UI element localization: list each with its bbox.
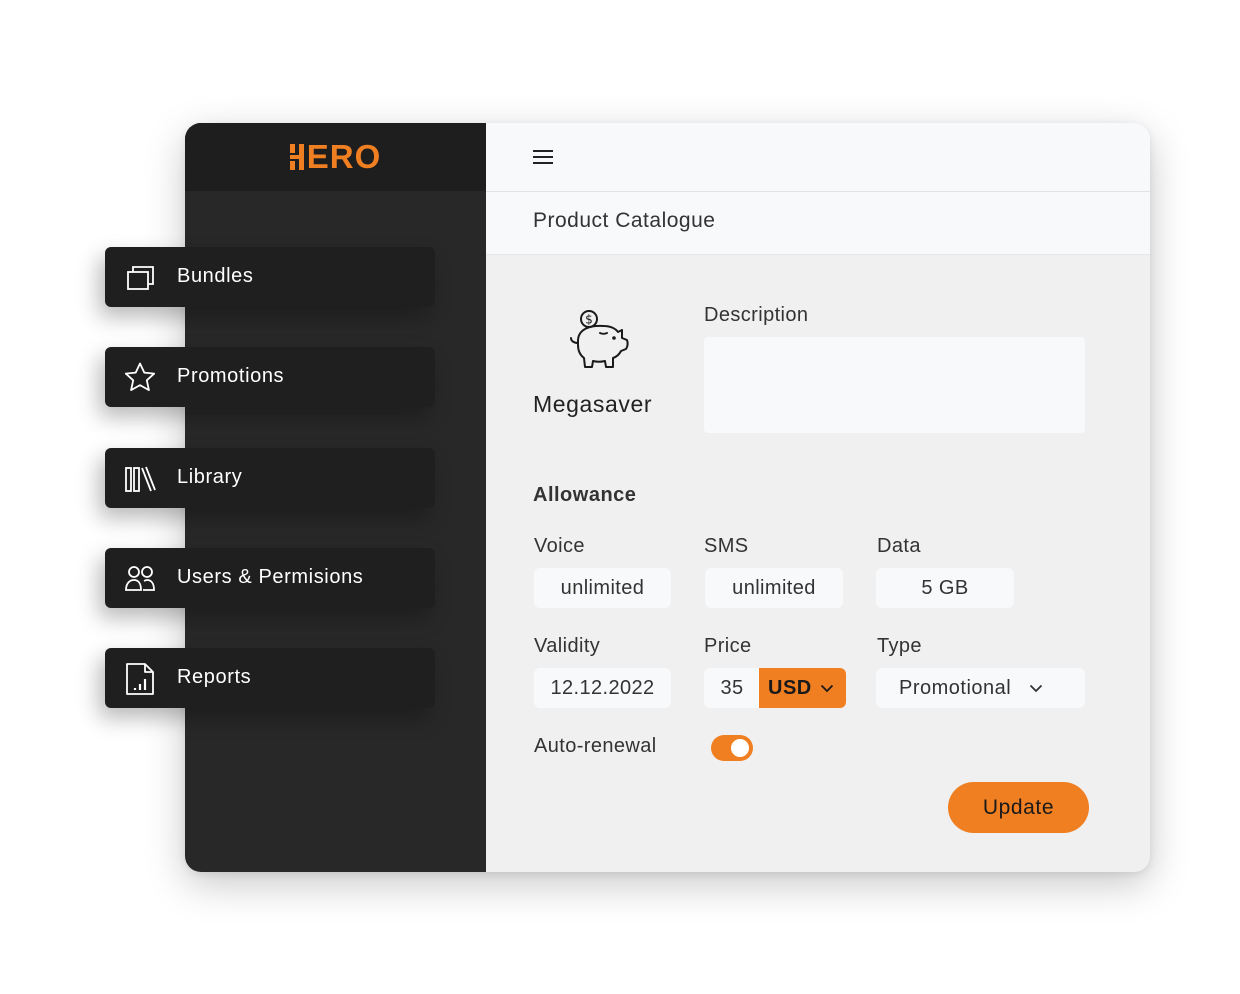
library-icon	[123, 462, 157, 496]
svg-text:$: $	[585, 313, 593, 327]
currency-value: USD	[768, 676, 812, 699]
voice-field[interactable]: unlimited	[534, 568, 671, 608]
nav-item-users-permissions[interactable]: Users & Permisions	[105, 548, 435, 608]
star-icon	[123, 361, 157, 395]
reports-icon	[123, 662, 157, 696]
users-icon	[123, 562, 157, 596]
validity-label: Validity	[534, 635, 601, 657]
nav-label-promotions: Promotions	[177, 365, 285, 387]
sms-field[interactable]: unlimited	[705, 568, 843, 608]
breadcrumb-bar: Product Catalogue	[486, 192, 1150, 255]
nav-item-promotions[interactable]: Promotions	[105, 347, 435, 407]
brand-header: ERO	[185, 123, 486, 191]
sms-label: SMS	[704, 535, 749, 557]
type-value: Promotional	[899, 676, 1012, 699]
currency-select[interactable]: USD	[759, 668, 846, 708]
nav-item-library[interactable]: Library	[105, 448, 435, 508]
nav-label-library: Library	[177, 466, 243, 488]
piggy-bank-icon: $	[564, 307, 634, 371]
logo-mark-icon	[289, 144, 304, 170]
type-label: Type	[877, 635, 922, 657]
nav-label-reports: Reports	[177, 666, 252, 688]
nav-label-users-permissions: Users & Permisions	[177, 566, 364, 588]
auto-renewal-label: Auto-renewal	[534, 735, 657, 757]
allowance-title: Allowance	[533, 484, 637, 506]
chevron-down-icon	[1030, 684, 1043, 692]
data-label: Data	[877, 535, 921, 557]
bundles-icon	[123, 261, 157, 295]
toggle-knob	[731, 739, 749, 757]
logo-text: ERO	[306, 138, 382, 175]
page-title: Product Catalogue	[533, 209, 716, 232]
price-field[interactable]: 35	[704, 668, 760, 708]
data-field[interactable]: 5 GB	[876, 568, 1014, 608]
product-name: Megasaver	[533, 391, 653, 417]
update-button[interactable]: Update	[948, 782, 1089, 833]
hero-logo[interactable]: ERO	[289, 138, 382, 176]
hamburger-menu-icon[interactable]	[530, 147, 556, 167]
description-label: Description	[704, 304, 809, 326]
chevron-down-icon	[820, 684, 833, 692]
description-field[interactable]	[704, 337, 1085, 433]
nav-item-reports[interactable]: Reports	[105, 648, 435, 708]
voice-label: Voice	[534, 535, 585, 557]
top-bar	[486, 123, 1150, 192]
nav-item-bundles[interactable]: Bundles	[105, 247, 435, 307]
type-select[interactable]: Promotional	[876, 668, 1085, 708]
auto-renewal-toggle[interactable]	[711, 735, 753, 761]
nav-label-bundles: Bundles	[177, 265, 254, 287]
validity-field[interactable]: 12.12.2022	[534, 668, 671, 708]
main-panel: Product Catalogue $ Megasaver Descriptio…	[486, 123, 1150, 872]
price-label: Price	[704, 635, 752, 657]
